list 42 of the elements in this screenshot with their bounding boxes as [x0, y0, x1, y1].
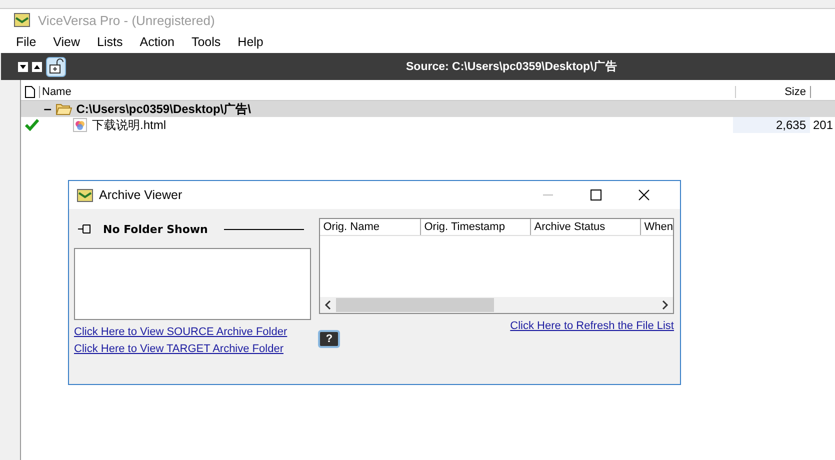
dialog-title: Archive Viewer	[99, 188, 184, 202]
app-icon	[14, 13, 30, 27]
column-header[interactable]: Size	[735, 86, 811, 98]
scroll-right-icon[interactable]	[661, 300, 669, 310]
menu-item[interactable]: Action	[140, 35, 174, 49]
menu-item[interactable]: Tools	[191, 35, 221, 49]
html-file-icon	[73, 118, 87, 132]
refresh-link[interactable]: Click Here to Refresh the File List	[510, 320, 674, 332]
table-cell-text: 201	[812, 118, 834, 132]
down-arrow-icon[interactable]	[18, 62, 28, 72]
folder-list[interactable]	[74, 248, 312, 320]
help-button[interactable]: ?	[318, 330, 340, 348]
column-header[interactable]: Name	[39, 86, 735, 98]
column-header[interactable]: Orig. Name	[320, 219, 422, 235]
unlock-icon[interactable]	[46, 56, 66, 76]
scroll-left-icon[interactable]	[324, 300, 332, 310]
scrollbar-thumb[interactable]	[336, 298, 494, 312]
archive-file-list[interactable]: Orig. Name Orig. Timestamp Archive Status When	[319, 218, 674, 314]
folder-label: No Folder Shown	[103, 222, 208, 236]
folder-icon	[56, 103, 72, 115]
column-header[interactable]: When	[641, 219, 673, 235]
menu-item[interactable]: File	[16, 35, 36, 49]
folder-path: C:\Users\pc0359\Desktop\广告\	[76, 100, 251, 118]
column-header[interactable]: Archive Status	[531, 219, 642, 235]
file-icon	[25, 86, 35, 98]
file-name[interactable]: 下载说明.html	[92, 116, 733, 134]
window-title: ViceVersa Pro - (Unregistered)	[38, 12, 215, 28]
menu-item[interactable]: View	[53, 35, 80, 49]
column-header[interactable]: Orig. Timestamp	[421, 219, 532, 235]
folder-row[interactable]: − C:\Users\pc0359\Desktop\广告\	[21, 101, 835, 117]
file-size: 2,635	[733, 117, 810, 133]
up-arrow-icon[interactable]	[32, 62, 42, 72]
close-icon[interactable]	[638, 189, 650, 201]
source-path: Source: C:\Users\pc0359\Desktop\广告	[406, 59, 618, 74]
view-folder-link[interactable]: Click Here to View SOURCE Archive Folder	[74, 326, 312, 338]
app-icon	[77, 188, 93, 202]
menu-item[interactable]: Help	[238, 35, 264, 49]
menu-item[interactable]: Lists	[97, 35, 123, 49]
collapse-toggle[interactable]: −	[43, 102, 52, 116]
view-folder-link[interactable]: Click Here to View TARGET Archive Folder	[74, 343, 312, 355]
maximize-icon[interactable]	[590, 189, 602, 201]
horizontal-scrollbar[interactable]	[320, 297, 673, 313]
